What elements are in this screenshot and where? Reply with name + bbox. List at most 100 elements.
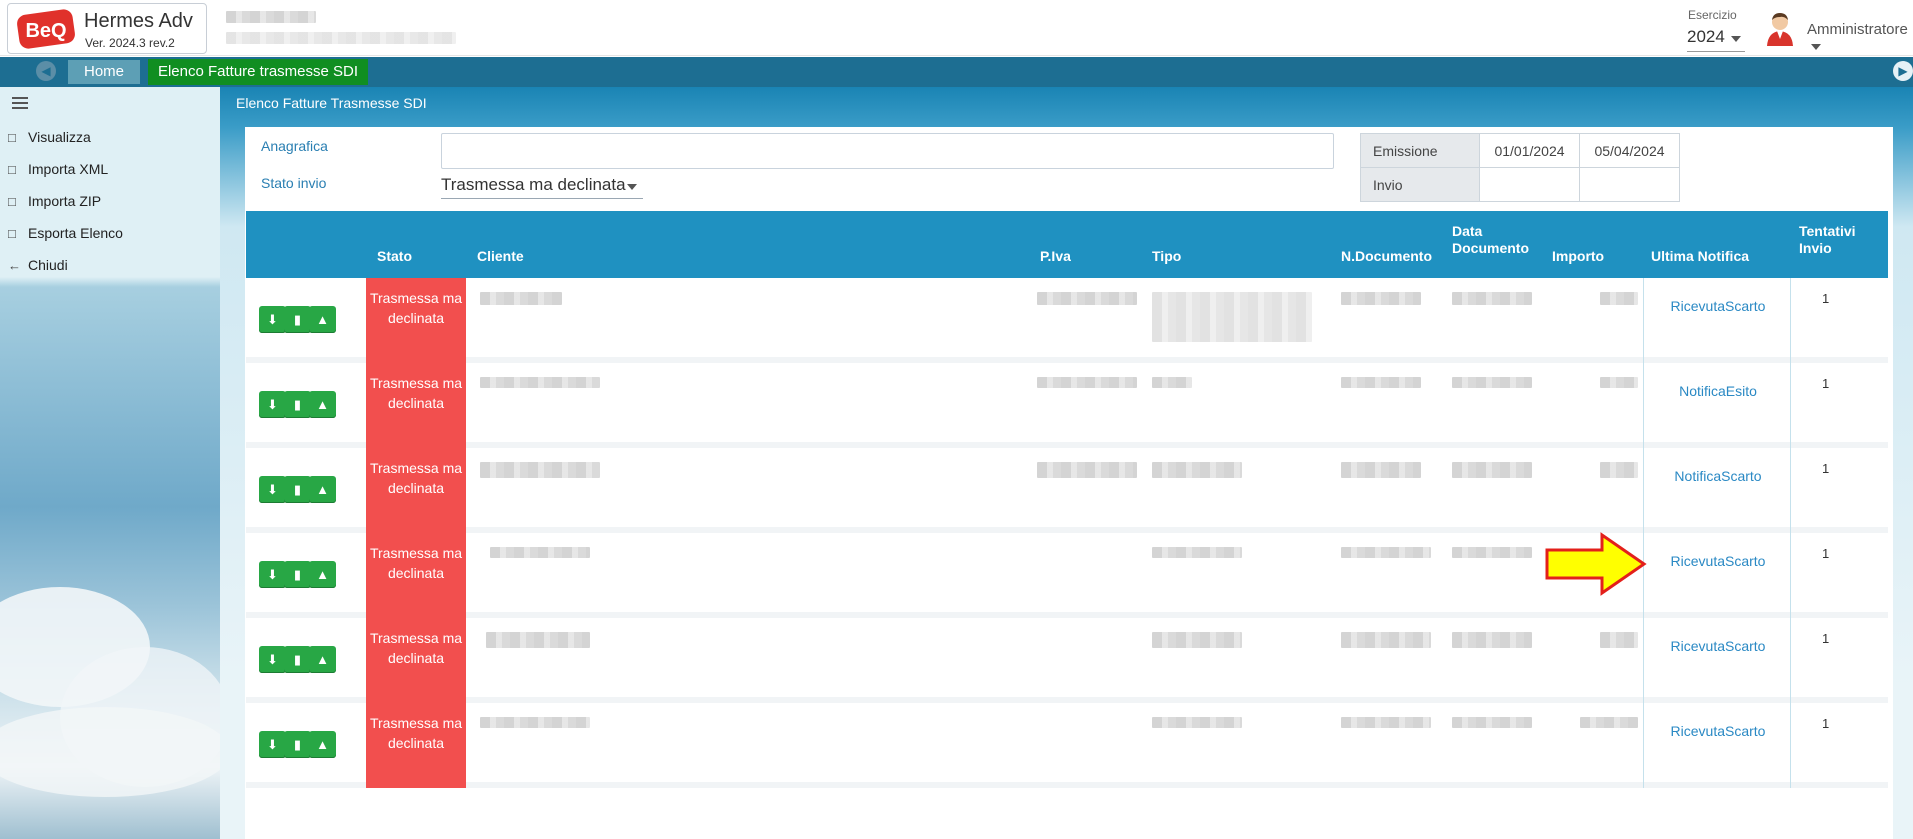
pdf-icon[interactable]: ▲ xyxy=(309,646,336,673)
redacted-data xyxy=(1452,462,1532,478)
redacted-importo xyxy=(1600,462,1638,478)
tab-home[interactable]: Home xyxy=(68,60,140,84)
download-icon[interactable]: ⬇ xyxy=(259,391,286,418)
tentativi-value: 1 xyxy=(1822,376,1830,391)
status-badge: Trasmessa ma declinata xyxy=(366,363,466,448)
file-icon[interactable]: ▮ xyxy=(284,391,311,418)
sidebar-item-esporta-elenco[interactable]: □ Esporta Elenco xyxy=(8,225,123,241)
sidebar-item-importa-zip[interactable]: □ Importa ZIP xyxy=(8,193,101,209)
emissione-to-input[interactable]: 05/04/2024 xyxy=(1579,133,1680,168)
file-icon[interactable]: ▮ xyxy=(284,306,311,333)
emissione-label: Emissione xyxy=(1360,133,1480,168)
download-icon[interactable]: ⬇ xyxy=(259,646,286,673)
pdf-icon[interactable]: ▲ xyxy=(309,476,336,503)
sidebar-item-visualizza[interactable]: □ Visualizza xyxy=(8,129,91,145)
notifica-link[interactable]: RicevutaScarto xyxy=(1644,298,1792,314)
user-menu[interactable]: Amministratore xyxy=(1807,21,1913,55)
notifica-cell: RicevutaScarto xyxy=(1643,703,1791,788)
sidebar-item-importa-xml[interactable]: □ Importa XML xyxy=(8,161,108,177)
caret-down-icon xyxy=(1811,44,1821,51)
pdf-icon[interactable]: ▲ xyxy=(309,561,336,588)
column-tentativi-invio[interactable]: Tentativi Invio xyxy=(1799,223,1869,257)
hamburger-menu-icon[interactable] xyxy=(12,97,28,109)
download-icon[interactable]: ⬇ xyxy=(259,476,286,503)
stato-invio-select[interactable]: Trasmessa ma declinata xyxy=(441,171,643,199)
column-data-documento[interactable]: Data Documento xyxy=(1452,223,1532,257)
redacted-company-address xyxy=(226,32,456,44)
redacted-cliente xyxy=(480,462,600,478)
redacted-piva xyxy=(1037,292,1137,305)
sidebar-item-label: Chiudi xyxy=(28,257,68,273)
pdf-icon[interactable]: ▲ xyxy=(309,731,336,758)
column-tipo[interactable]: Tipo xyxy=(1152,248,1181,265)
table-row[interactable]: ⬇ ▮ ▲ Trasmessa ma declinata RicevutaSca… xyxy=(246,618,1888,703)
chevron-right-icon[interactable]: ▶ xyxy=(1893,61,1913,81)
sidebar-item-chiudi[interactable]: ← Chiudi xyxy=(8,257,68,273)
redacted-tipo xyxy=(1152,292,1312,342)
table-row[interactable]: ⬇ ▮ ▲ Trasmessa ma declinata NotificaSca… xyxy=(246,448,1888,533)
user-avatar-icon[interactable] xyxy=(1765,12,1795,46)
redacted-data xyxy=(1452,292,1532,305)
cloud-background xyxy=(0,707,230,797)
column-importo[interactable]: Importo xyxy=(1552,248,1604,265)
column-ndocumento[interactable]: N.Documento xyxy=(1341,248,1432,265)
sidebar: □ Visualizza □ Importa XML □ Importa ZIP □ E… xyxy=(0,87,230,839)
app-brand[interactable]: BeQ Hermes Adv Ver. 2024.3 rev.2 xyxy=(7,3,207,54)
column-cliente[interactable]: Cliente xyxy=(477,248,524,265)
tentativi-value: 1 xyxy=(1822,631,1830,646)
download-icon[interactable]: ⬇ xyxy=(259,561,286,588)
sidebar-item-label: Visualizza xyxy=(28,129,91,145)
emissione-from-input[interactable]: 01/01/2024 xyxy=(1479,133,1580,168)
notifica-link[interactable]: RicevutaScarto xyxy=(1644,553,1792,569)
tentativi-value: 1 xyxy=(1822,461,1830,476)
download-icon[interactable]: ⬇ xyxy=(259,731,286,758)
table-row[interactable]: ⬇ ▮ ▲ Trasmessa ma declinata RicevutaSca… xyxy=(246,278,1888,363)
file-icon[interactable]: ▮ xyxy=(284,646,311,673)
redacted-importo xyxy=(1600,632,1638,648)
pdf-icon[interactable]: ▲ xyxy=(309,306,336,333)
invio-to-input[interactable] xyxy=(1579,167,1680,202)
notifica-link[interactable]: RicevutaScarto xyxy=(1644,723,1792,739)
table-row[interactable]: ⬇ ▮ ▲ Trasmessa ma declinata NotificaEsi… xyxy=(246,363,1888,448)
redacted-cliente xyxy=(490,547,590,558)
redacted-tipo xyxy=(1152,632,1242,648)
column-piva[interactable]: P.Iva xyxy=(1040,248,1071,265)
redacted-importo xyxy=(1600,377,1638,388)
file-icon[interactable]: ▮ xyxy=(284,476,311,503)
redacted-data xyxy=(1452,717,1532,728)
redacted-tipo xyxy=(1152,717,1242,728)
file-icon[interactable]: ▮ xyxy=(284,561,311,588)
redacted-importo xyxy=(1600,292,1638,305)
sidebar-item-label: Esporta Elenco xyxy=(28,225,123,241)
invio-label: Invio xyxy=(1360,167,1480,202)
notifica-link[interactable]: NotificaEsito xyxy=(1644,383,1792,399)
column-ultima-notifica[interactable]: Ultima Notifica xyxy=(1651,248,1749,265)
notifica-cell: RicevutaScarto xyxy=(1643,618,1791,703)
tab-bar: ◀ Home Elenco Fatture trasmesse SDI ▶ xyxy=(0,57,1913,87)
pdf-icon[interactable]: ▲ xyxy=(309,391,336,418)
column-stato[interactable]: Stato xyxy=(377,248,412,265)
anagrafica-input[interactable] xyxy=(441,133,1334,169)
redacted-tipo xyxy=(1152,377,1192,388)
notifica-cell: NotificaEsito xyxy=(1643,363,1791,448)
redacted-ndocumento xyxy=(1341,462,1421,478)
file-icon[interactable]: ▮ xyxy=(284,731,311,758)
notifica-cell: RicevutaScarto xyxy=(1643,278,1791,363)
notifica-link[interactable]: RicevutaScarto xyxy=(1644,638,1792,654)
invio-from-input[interactable] xyxy=(1479,167,1580,202)
tab-elenco-fatture[interactable]: Elenco Fatture trasmesse SDI xyxy=(148,59,368,85)
user-name: Amministratore xyxy=(1807,21,1908,38)
notifica-link[interactable]: NotificaScarto xyxy=(1644,468,1792,484)
download-icon[interactable]: ⬇ xyxy=(259,306,286,333)
redacted-tipo xyxy=(1152,547,1242,558)
redacted-company-name xyxy=(226,11,316,23)
redacted-ndocumento xyxy=(1341,632,1431,648)
logo-text: BeQ xyxy=(25,20,66,42)
table-row[interactable]: ⬇ ▮ ▲ Trasmessa ma declinata RicevutaSca… xyxy=(246,703,1888,788)
status-badge: Trasmessa ma declinata xyxy=(366,448,466,533)
esercizio-select[interactable]: 2024 xyxy=(1687,24,1745,52)
status-badge: Trasmessa ma declinata xyxy=(366,618,466,703)
annotation-arrow-icon xyxy=(1545,532,1647,596)
chevron-left-icon[interactable]: ◀ xyxy=(36,61,56,81)
table-header: Stato Cliente P.Iva Tipo N.Documento Dat… xyxy=(246,211,1888,278)
